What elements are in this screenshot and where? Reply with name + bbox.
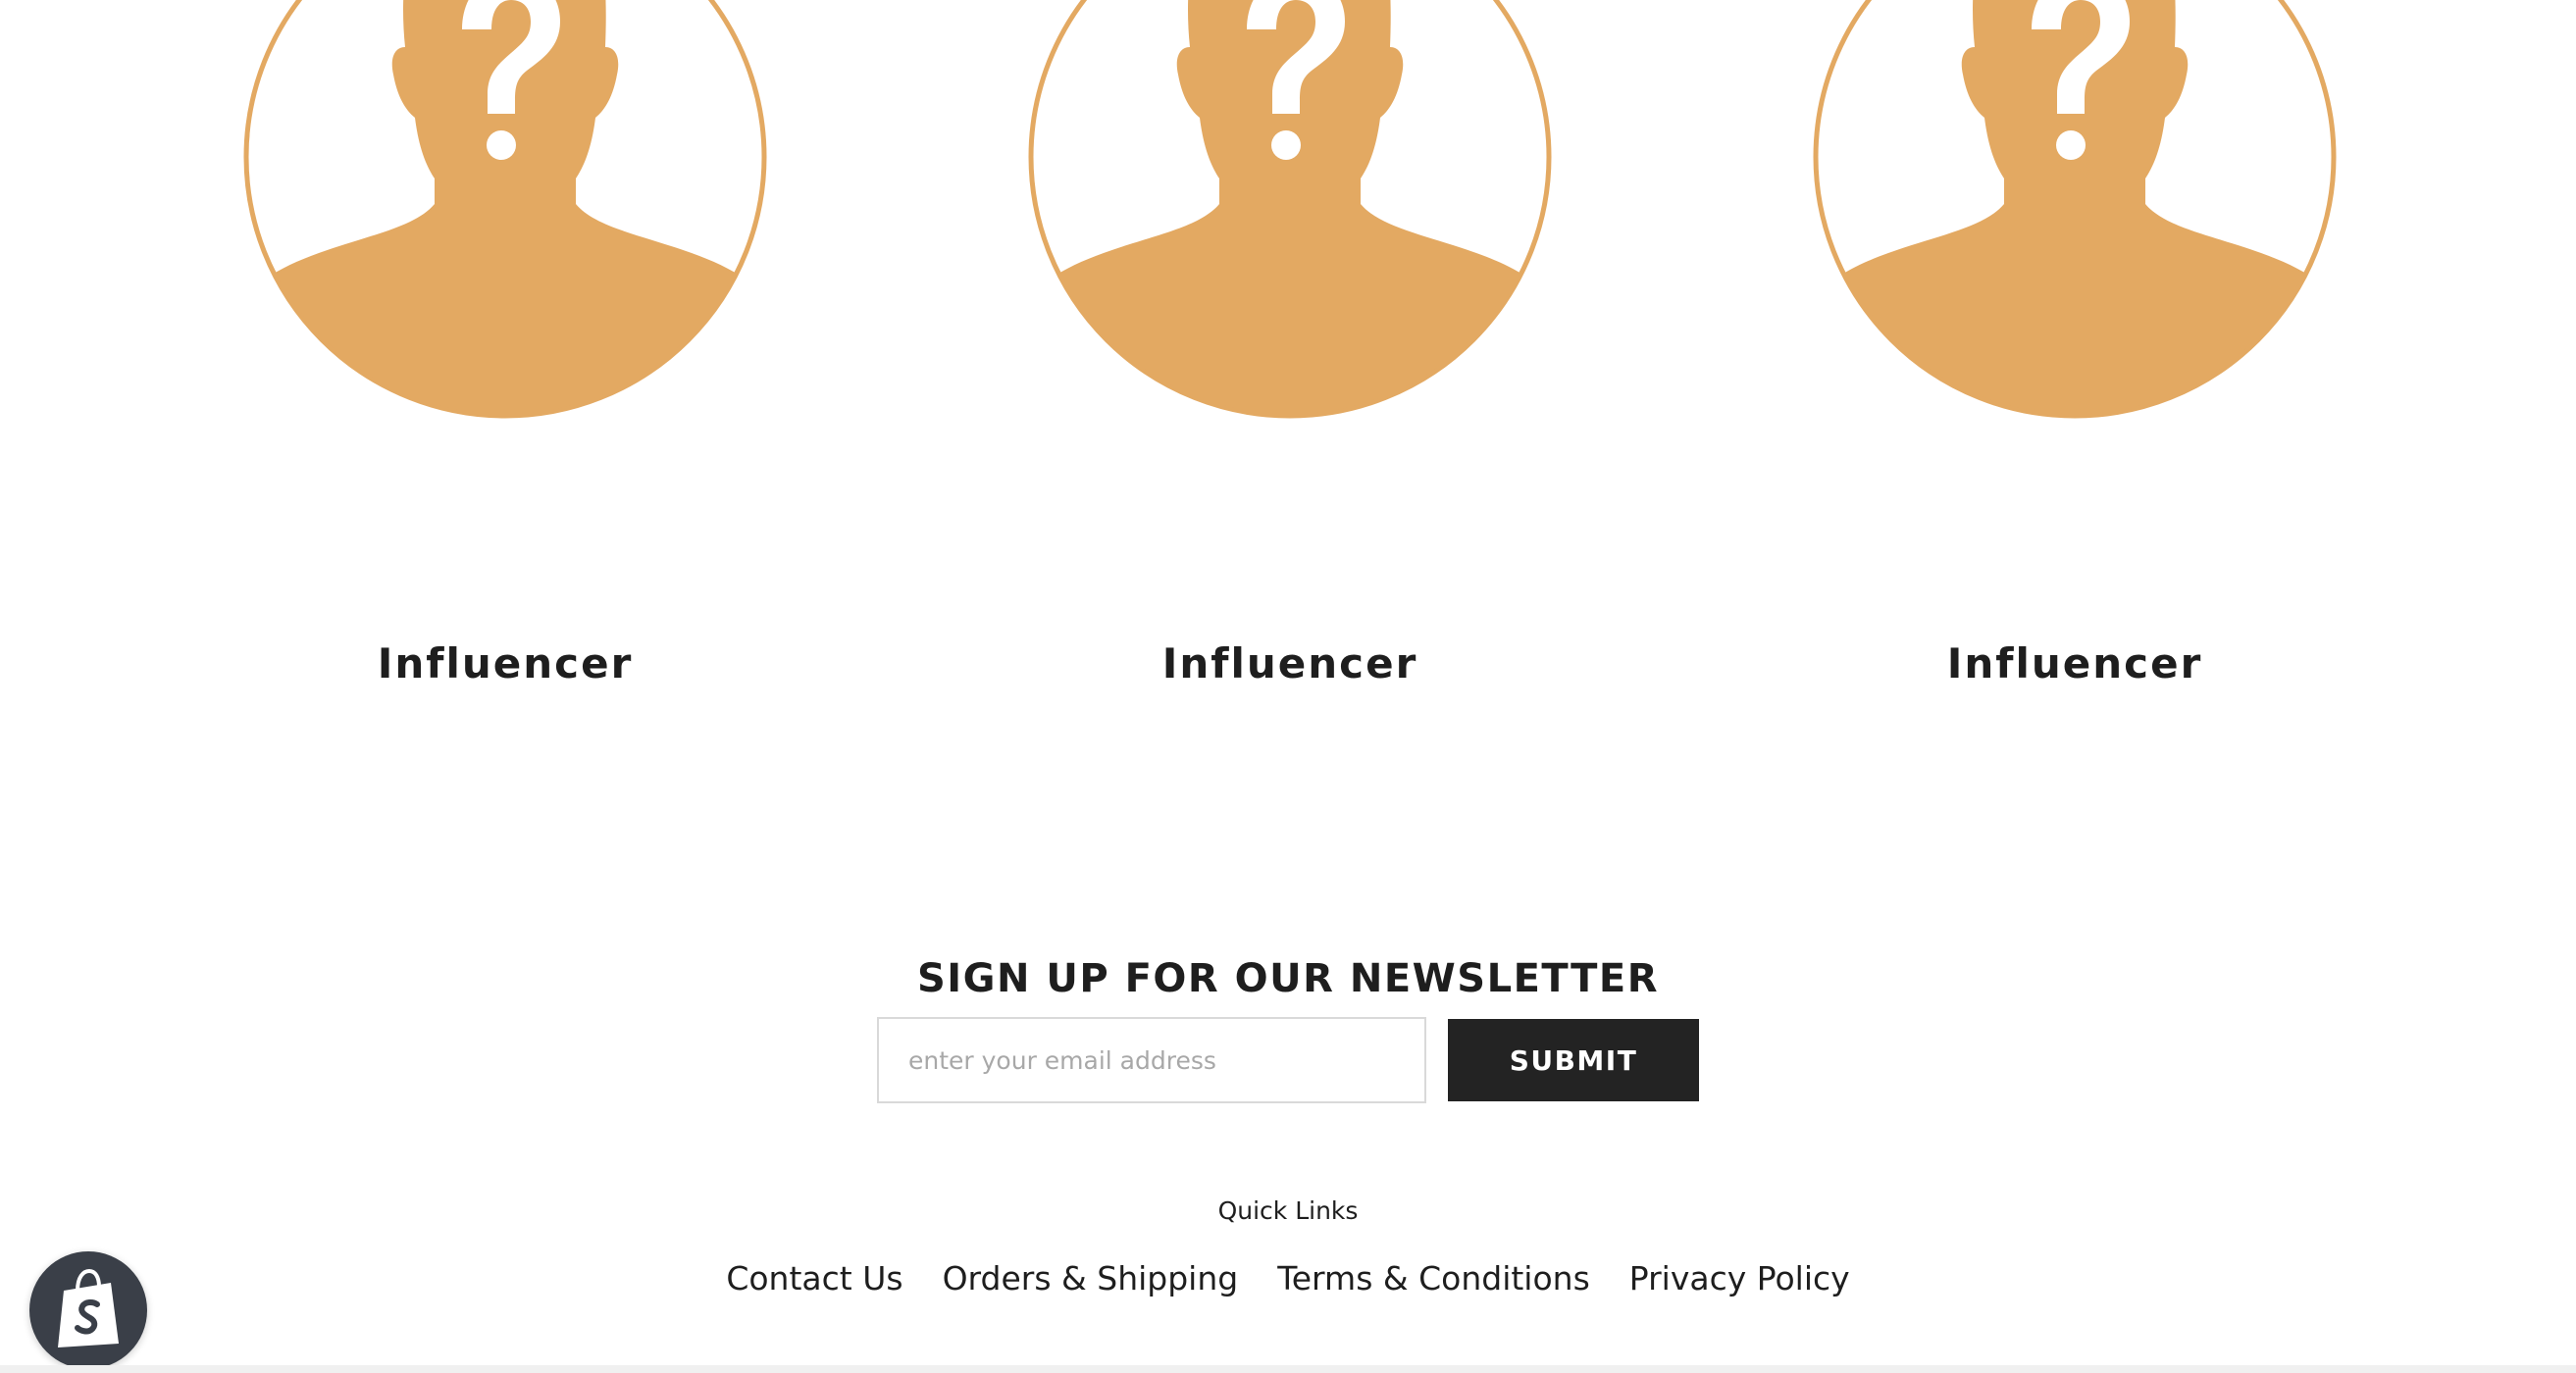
influencer-section: Influencer Influencer Influencer — [0, 0, 2576, 745]
shop-app-button[interactable] — [29, 1251, 147, 1369]
footer-link-terms-conditions[interactable]: Terms & Conditions — [1277, 1259, 1590, 1297]
page-bottom-edge — [0, 1365, 2576, 1373]
influencer-name: Influencer — [1946, 639, 2203, 687]
placeholder-person-icon — [231, 0, 780, 432]
quick-links-heading: Quick Links — [1217, 1196, 1359, 1225]
placeholder-person-icon — [1015, 0, 1565, 432]
footer-link-contact-us[interactable]: Contact Us — [726, 1259, 902, 1297]
placeholder-person-icon — [1800, 0, 2349, 432]
newsletter-email-input[interactable] — [877, 1017, 1426, 1103]
influencer-card[interactable]: Influencer — [231, 0, 780, 745]
influencer-name: Influencer — [1161, 639, 1418, 687]
newsletter-title: SIGN UP FOR OUR NEWSLETTER — [916, 956, 1660, 1001]
influencer-card[interactable]: Influencer — [1800, 0, 2349, 745]
influencer-name: Influencer — [377, 639, 634, 687]
footer-link-orders-shipping[interactable]: Orders & Shipping — [943, 1259, 1239, 1297]
newsletter-submit-button[interactable]: SUBMIT — [1448, 1019, 1699, 1101]
page: Influencer Influencer Influencer SIGN UP… — [0, 0, 2576, 1373]
influencer-card[interactable]: Influencer — [1015, 0, 1565, 745]
footer-link-privacy-policy[interactable]: Privacy Policy — [1629, 1259, 1850, 1297]
quick-links-nav: Contact Us Orders & Shipping Terms & Con… — [0, 1259, 2576, 1297]
shopify-bag-icon — [58, 1269, 119, 1348]
